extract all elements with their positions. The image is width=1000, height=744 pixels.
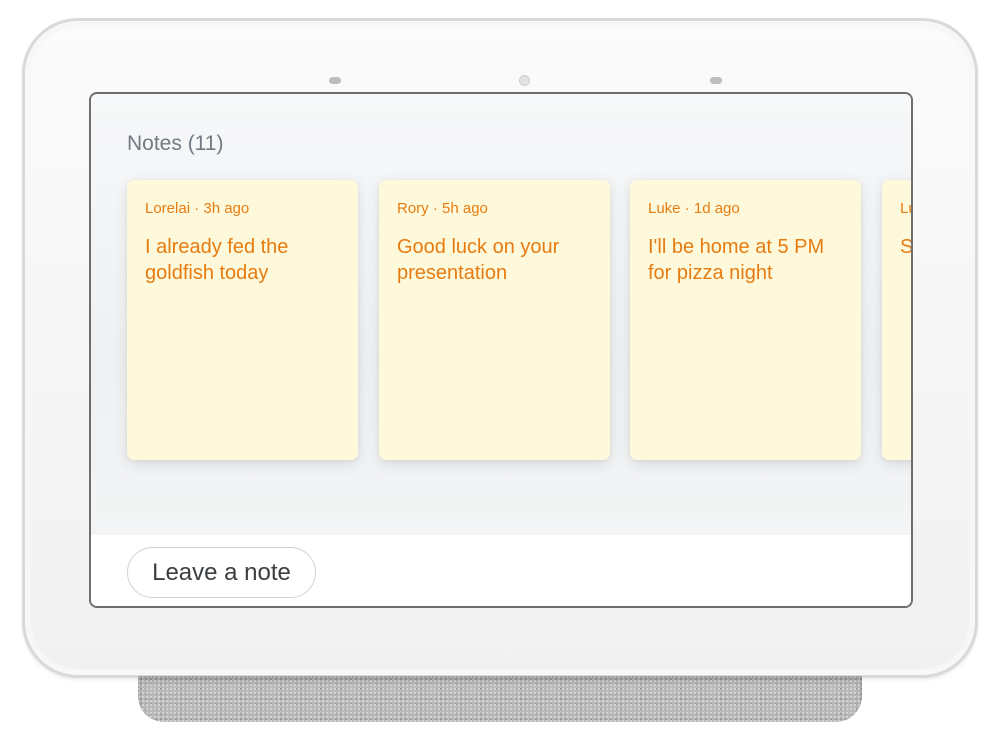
- ambient-light-sensor: [329, 77, 341, 84]
- note-author-time: Lorelai · 3h ago: [145, 200, 250, 217]
- page-title: Notes (11): [127, 132, 224, 155]
- note-card-partial[interactable]: Lu S ap: [882, 180, 913, 460]
- note-card[interactable]: Lorelai · 3h ago I already fed the goldf…: [127, 180, 358, 460]
- note-text: Good luck on your presentation: [397, 236, 560, 284]
- notes-carousel[interactable]: Lorelai · 3h ago I already fed the goldf…: [127, 180, 913, 460]
- ambient-light-sensor-right: [710, 77, 722, 84]
- leave-a-note-button[interactable]: Leave a note: [127, 547, 316, 598]
- note-card[interactable]: Luke · 1d ago I'll be home at 5 PM for p…: [630, 180, 861, 460]
- fabric-speaker-base: [138, 676, 862, 722]
- note-text: I already fed the goldfish today: [145, 236, 289, 284]
- note-author-time: Rory · 5h ago: [397, 200, 488, 217]
- note-text: S ap: [900, 236, 913, 258]
- note-card[interactable]: Rory · 5h ago Good luck on your presenta…: [379, 180, 610, 460]
- screen-footer: Leave a note: [91, 535, 911, 606]
- display-screen: Notes (11) Lorelai · 3h ago I already fe…: [89, 92, 913, 608]
- notes-panel: Notes (11) Lorelai · 3h ago I already fe…: [91, 94, 911, 535]
- note-author-time: Luke · 1d ago: [648, 200, 740, 217]
- note-text: I'll be home at 5 PM for pizza night: [648, 236, 825, 284]
- microphone-sensor: [519, 75, 530, 86]
- note-author-time: Lu: [900, 200, 911, 217]
